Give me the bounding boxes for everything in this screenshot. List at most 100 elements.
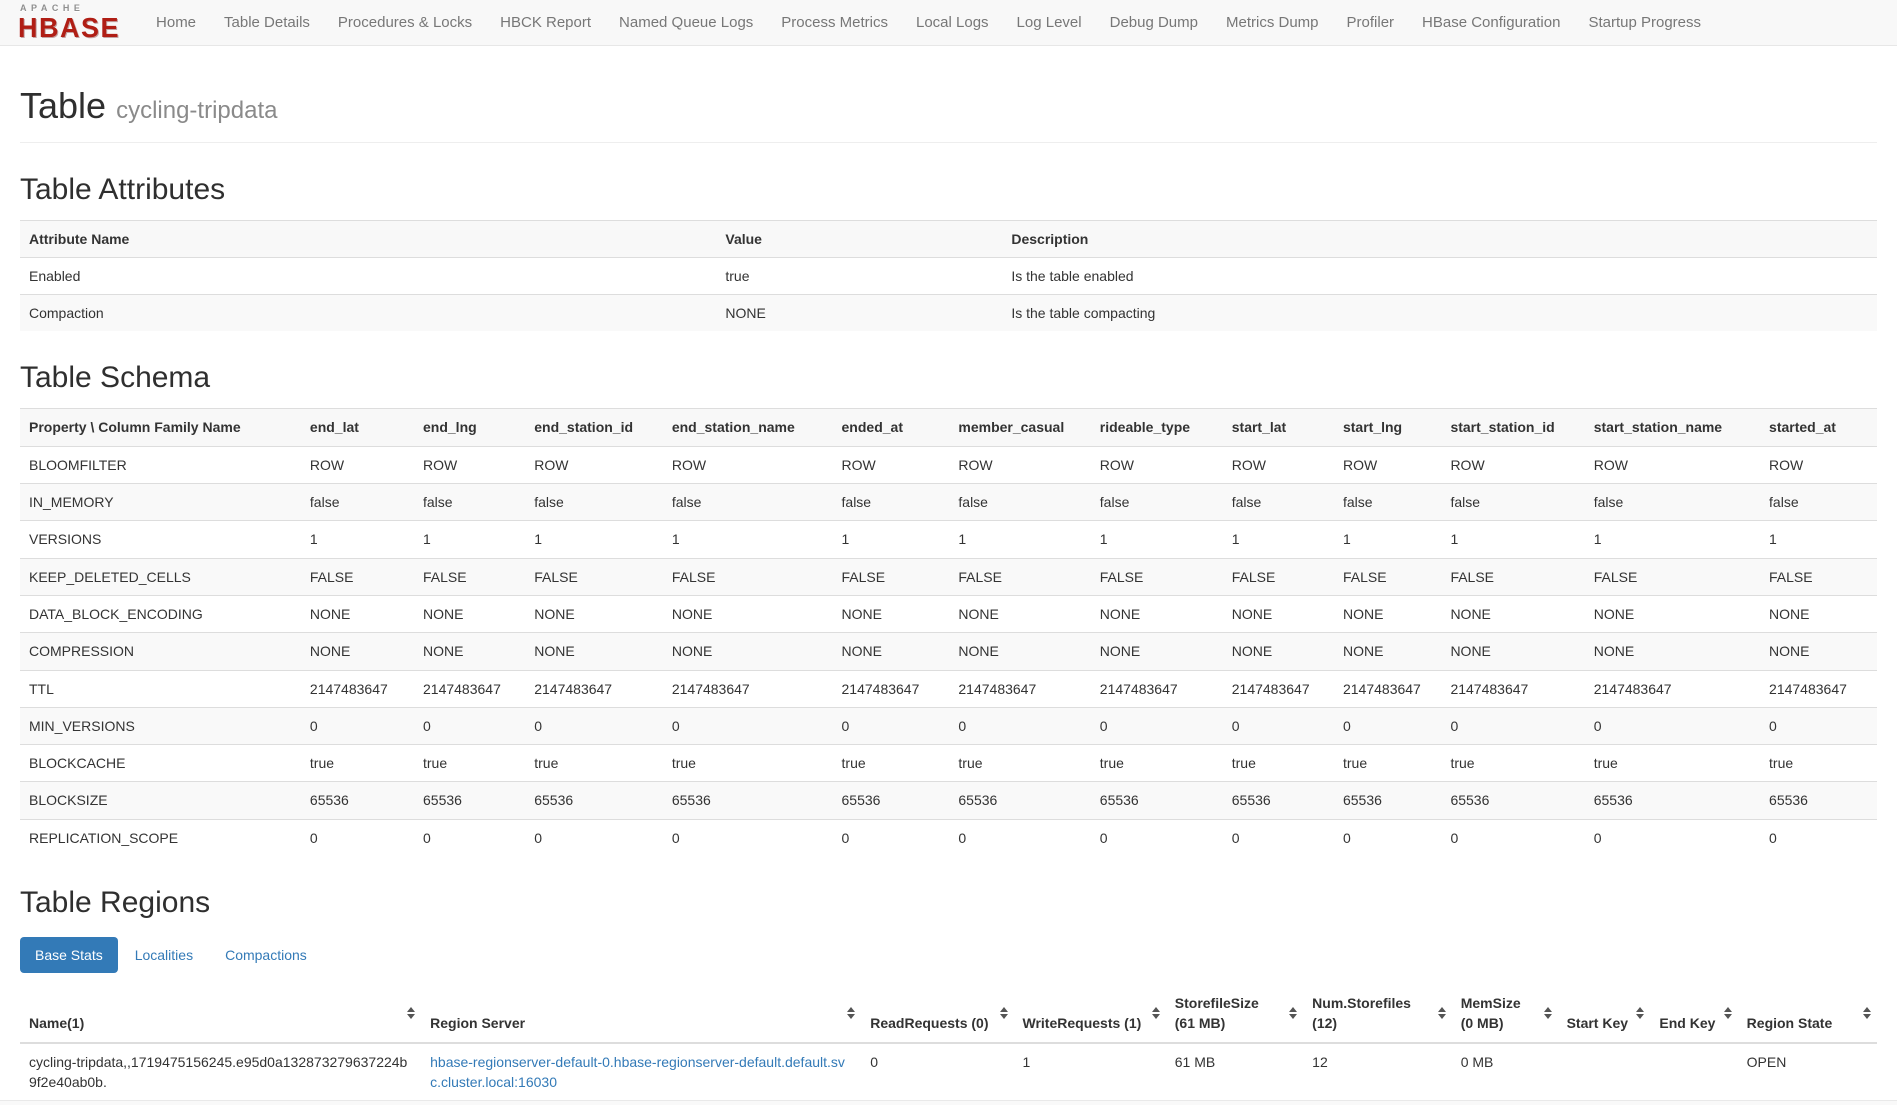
nav-item-local-logs[interactable]: Local Logs [902, 0, 1003, 46]
schema-value-cell: ROW [1441, 446, 1584, 483]
schema-value-cell: NONE [1760, 633, 1877, 670]
nav-item-log-level[interactable]: Log Level [1003, 0, 1096, 46]
schema-value-cell: 65536 [833, 782, 950, 819]
sort-icon[interactable] [407, 1007, 415, 1019]
regions-col-label: Region State [1747, 1015, 1833, 1031]
sort-icon[interactable] [1289, 1007, 1297, 1019]
nav-item-startup-progress[interactable]: Startup Progress [1574, 0, 1715, 46]
schema-property-cell: REPLICATION_SCOPE [20, 819, 301, 856]
attribute-row: CompactionNONEIs the table compacting [20, 295, 1877, 332]
attributes-col-header-attribute-name: Attribute Name [20, 220, 716, 257]
hbase-logo[interactable]: APACHE HBASE [10, 2, 128, 44]
nav-item-table-details[interactable]: Table Details [210, 0, 324, 46]
schema-value-cell: FALSE [1760, 558, 1877, 595]
schema-family-col-header-start-lat: start_lat [1223, 409, 1334, 446]
regions-col-header-name-1[interactable]: Name(1) [20, 985, 421, 1043]
region-end-key-cell [1650, 1043, 1737, 1101]
nav-item-metrics-dump[interactable]: Metrics Dump [1212, 0, 1333, 46]
schema-family-col-header-end-station-id: end_station_id [525, 409, 663, 446]
regions-col-header-start-key[interactable]: Start Key [1558, 985, 1651, 1043]
schema-value-cell: false [663, 484, 833, 521]
schema-row-min-versions: MIN_VERSIONS000000000000 [20, 707, 1877, 744]
nav-item-profiler[interactable]: Profiler [1333, 0, 1409, 46]
regions-col-header-readrequests-0[interactable]: ReadRequests (0) [861, 985, 1013, 1043]
nav-item-hbase-configuration[interactable]: HBase Configuration [1408, 0, 1574, 46]
regions-col-label: Region Server [430, 1015, 525, 1031]
page-title: Tablecycling-tripdata [20, 86, 1877, 126]
nav-item-procedures-locks[interactable]: Procedures & Locks [324, 0, 486, 46]
schema-value-cell: NONE [1334, 595, 1441, 632]
schema-value-cell: 2147483647 [525, 670, 663, 707]
schema-value-cell: false [1441, 484, 1584, 521]
regions-col-header-region-state[interactable]: Region State [1738, 985, 1877, 1043]
nav-item-home[interactable]: Home [142, 0, 210, 46]
table-name-subtitle: cycling-tripdata [116, 97, 277, 124]
schema-value-cell: 0 [525, 707, 663, 744]
schema-value-cell: true [414, 745, 525, 782]
schema-value-cell: ROW [1760, 446, 1877, 483]
schema-property-cell: VERSIONS [20, 521, 301, 558]
schema-property-cell: MIN_VERSIONS [20, 707, 301, 744]
schema-value-cell: 65536 [1585, 782, 1760, 819]
schema-family-col-header-start-station-name: start_station_name [1585, 409, 1760, 446]
schema-family-col-header-started-at: started_at [1760, 409, 1877, 446]
schema-value-cell: NONE [414, 595, 525, 632]
sort-icon[interactable] [1438, 1007, 1446, 1019]
schema-value-cell: 1 [525, 521, 663, 558]
regions-col-header-memsize-0-mb[interactable]: MemSize (0 MB) [1452, 985, 1558, 1043]
region-row: cycling-tripdata,,1719475156245.e95d0a13… [20, 1043, 1877, 1101]
schema-row-replication-scope: REPLICATION_SCOPE000000000000 [20, 819, 1877, 856]
schema-value-cell: FALSE [833, 558, 950, 595]
regions-tab-base-stats[interactable]: Base Stats [20, 937, 118, 973]
schema-value-cell: FALSE [525, 558, 663, 595]
schema-row-data-block-encoding: DATA_BLOCK_ENCODINGNONENONENONENONENONEN… [20, 595, 1877, 632]
schema-value-cell: 65536 [949, 782, 1090, 819]
regions-col-header-end-key[interactable]: End Key [1650, 985, 1737, 1043]
sort-icon[interactable] [1724, 1007, 1732, 1019]
schema-value-cell: 0 [1760, 707, 1877, 744]
schema-value-cell: NONE [1760, 595, 1877, 632]
schema-value-cell: false [525, 484, 663, 521]
schema-value-cell: ROW [1091, 446, 1223, 483]
nav-item-named-queue-logs[interactable]: Named Queue Logs [605, 0, 767, 46]
regions-col-header-num-storefiles-12[interactable]: Num.Storefiles (12) [1303, 985, 1452, 1043]
schema-value-cell: 2147483647 [301, 670, 414, 707]
schema-value-cell: 1 [1441, 521, 1584, 558]
schema-value-cell: ROW [301, 446, 414, 483]
sort-icon[interactable] [1636, 1007, 1644, 1019]
regions-header-row: Name(1) Region Server ReadRequests (0)Writ… [20, 985, 1877, 1043]
schema-value-cell: 0 [1760, 819, 1877, 856]
sort-icon[interactable] [1000, 1007, 1008, 1019]
schema-value-cell: NONE [663, 595, 833, 632]
schema-value-cell: 0 [414, 819, 525, 856]
regions-col-label: Num.Storefiles (12) [1312, 995, 1411, 1031]
schema-value-cell: true [1760, 745, 1877, 782]
region-region-state-cell: OPEN [1738, 1043, 1877, 1101]
nav-item-hbck-report[interactable]: HBCK Report [486, 0, 605, 46]
schema-value-cell: NONE [663, 633, 833, 670]
regions-tab-compactions[interactable]: Compactions [210, 937, 322, 973]
nav-item-debug-dump[interactable]: Debug Dump [1096, 0, 1212, 46]
sort-icon[interactable] [847, 1007, 855, 1019]
schema-value-cell: FALSE [1334, 558, 1441, 595]
schema-value-cell: 0 [1223, 819, 1334, 856]
region-server-link[interactable]: hbase-regionserver-default-0.hbase-regio… [430, 1054, 845, 1090]
table-schema-table: Property \ Column Family Nameend_latend_… [20, 408, 1877, 856]
sort-icon[interactable] [1152, 1007, 1160, 1019]
schema-value-cell: FALSE [663, 558, 833, 595]
schema-family-col-header-end-station-name: end_station_name [663, 409, 833, 446]
sort-icon[interactable] [1544, 1007, 1552, 1019]
schema-value-cell: FALSE [1223, 558, 1334, 595]
regions-tab-localities[interactable]: Localities [120, 937, 208, 973]
schema-value-cell: ROW [1585, 446, 1760, 483]
regions-col-header-writerequests-1[interactable]: WriteRequests (1) [1014, 985, 1166, 1043]
region-mem-size-cell: 0 MB [1452, 1043, 1558, 1101]
schema-value-cell: FALSE [414, 558, 525, 595]
regions-col-header-region-server[interactable]: Region Server [421, 985, 861, 1043]
top-navbar: APACHE HBASE HomeTable DetailsProcedures… [0, 0, 1897, 46]
nav-item-process-metrics[interactable]: Process Metrics [767, 0, 902, 46]
schema-property-col-header: Property \ Column Family Name [20, 409, 301, 446]
regions-col-header-storefilesize-61-mb[interactable]: StorefileSize (61 MB) [1166, 985, 1303, 1043]
nav-menu: HomeTable DetailsProcedures & LocksHBCK … [142, 0, 1715, 46]
sort-icon[interactable] [1863, 1007, 1871, 1019]
